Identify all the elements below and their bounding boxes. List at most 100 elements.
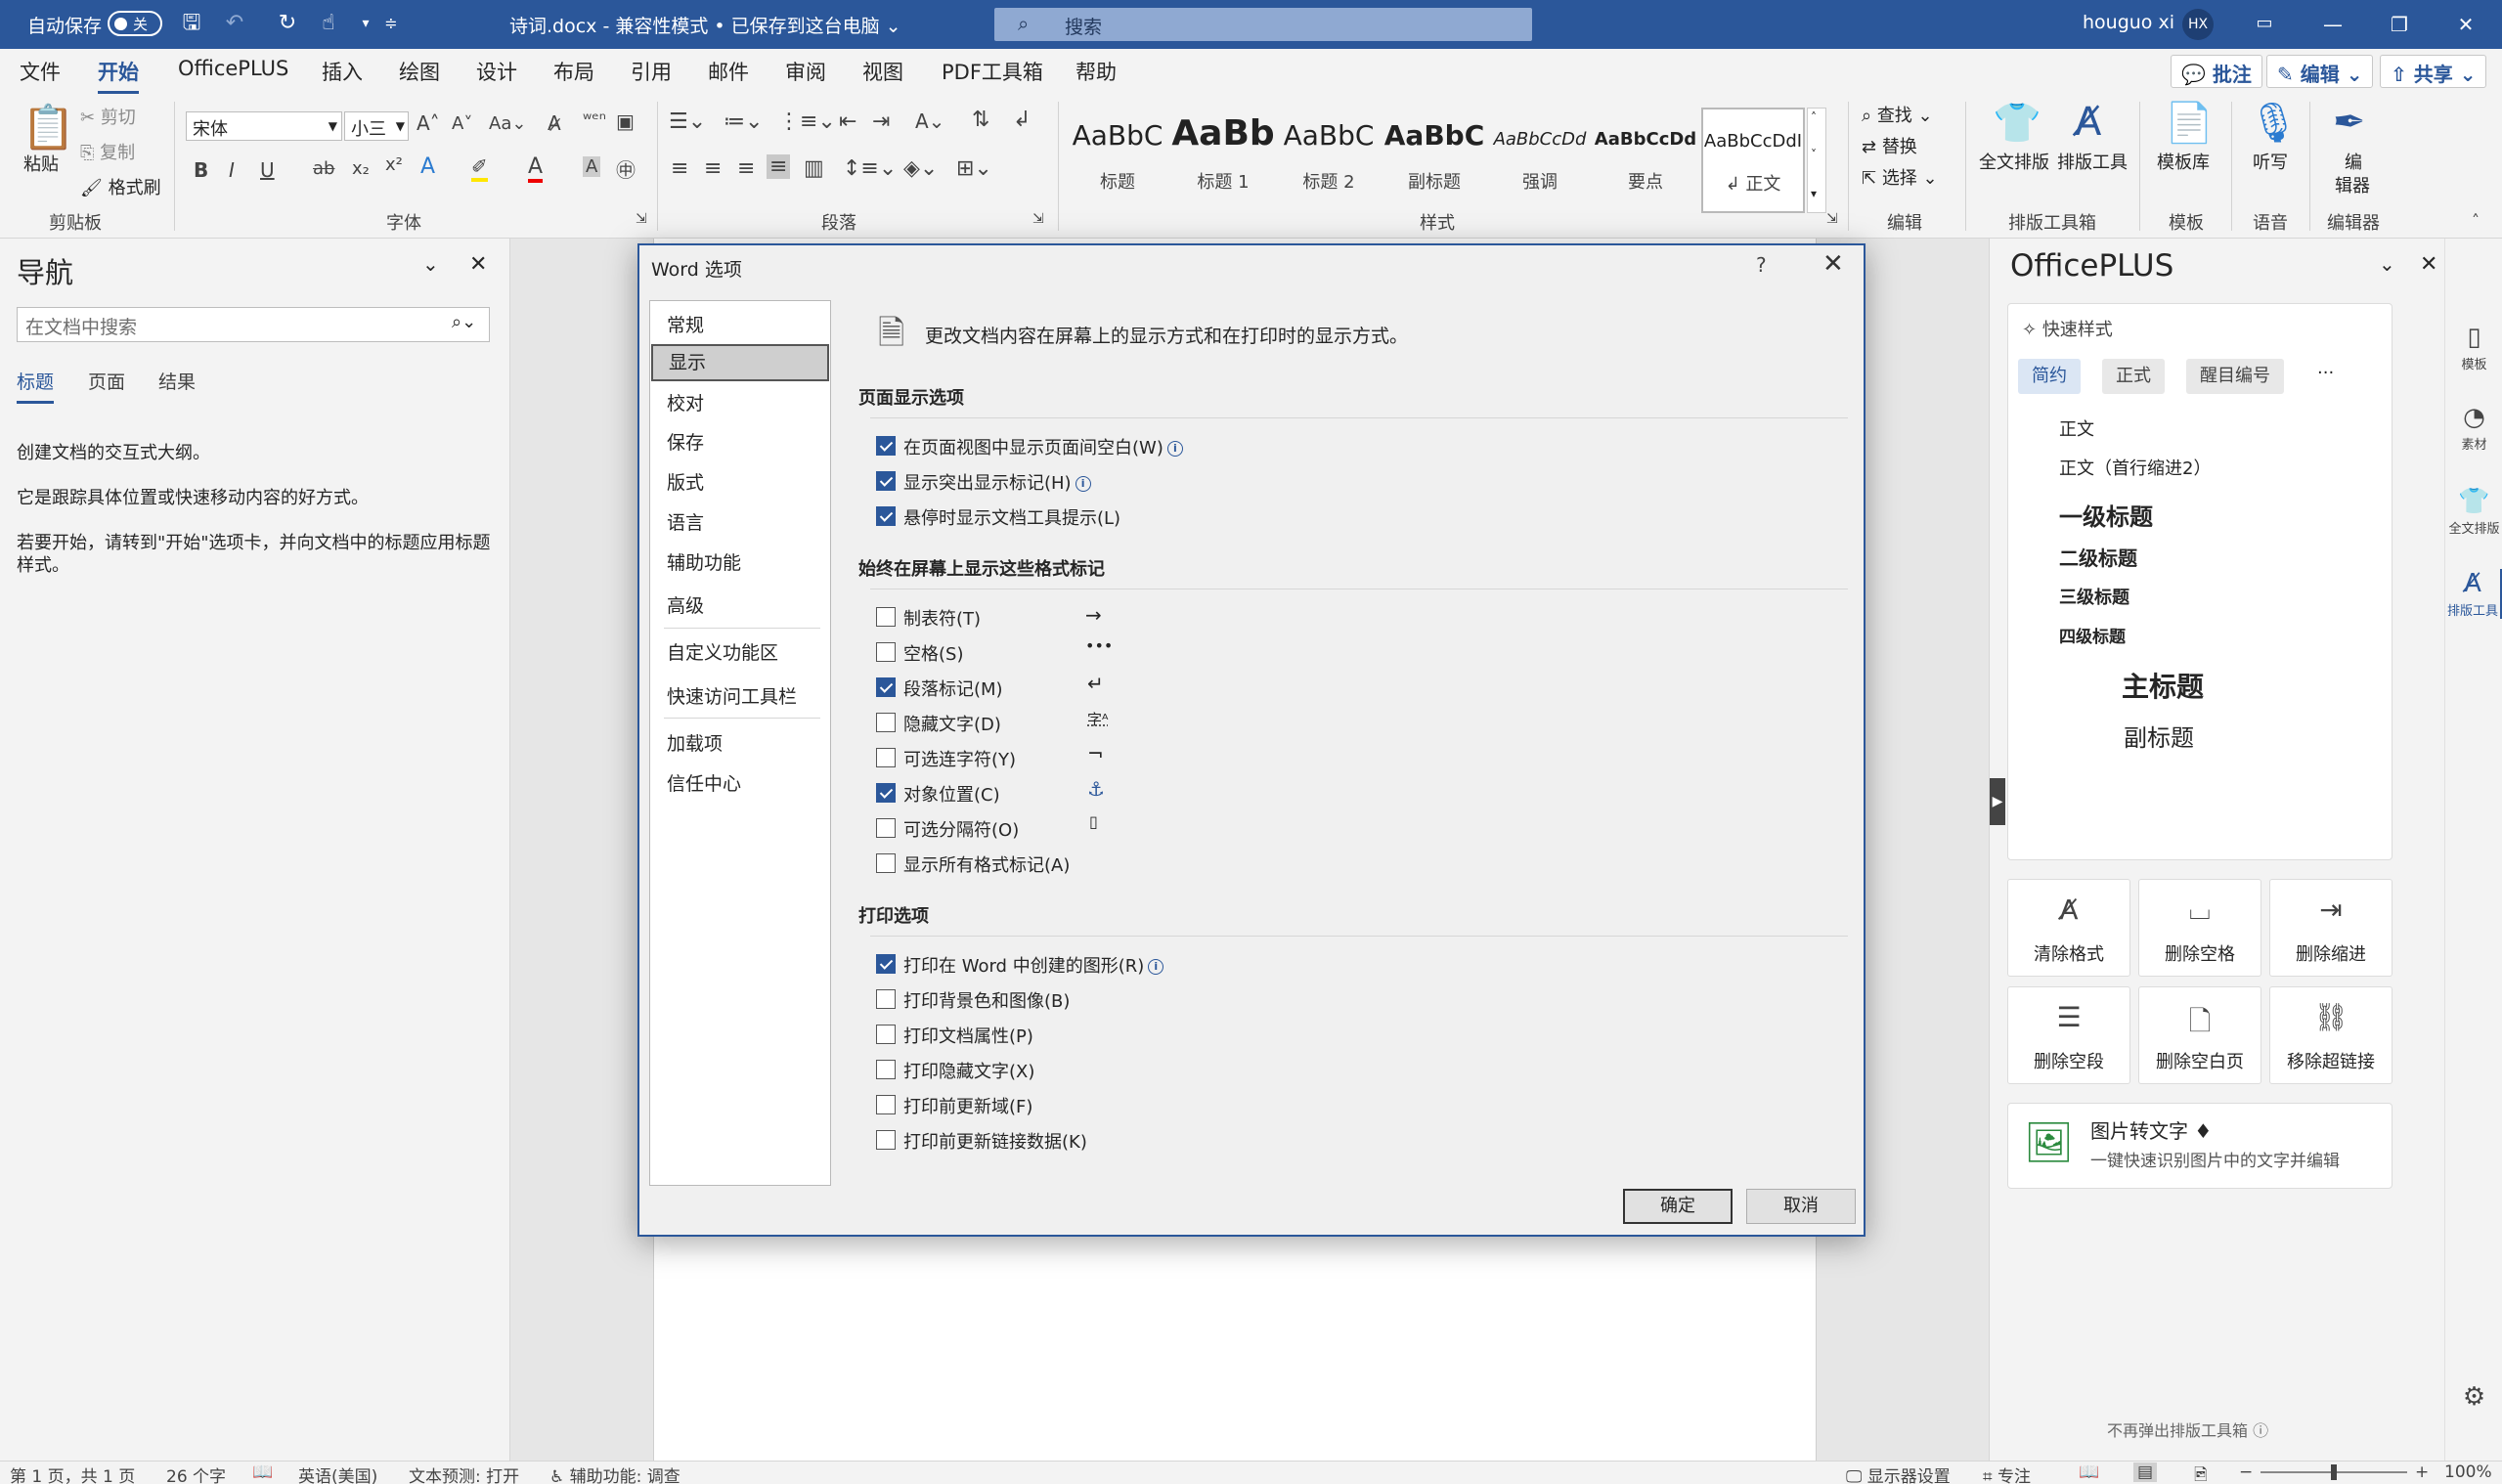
checkbox[interactable] [876,818,896,838]
category-customize-ribbon[interactable]: 自定义功能区 [651,634,829,672]
chevron-up-icon[interactable]: ˄ [1811,110,1817,124]
style-body-indent[interactable]: 正文（首行缩进2） [2059,455,2211,480]
zoom-thumb[interactable] [2331,1464,2337,1480]
style-main-title[interactable]: 主标题 [2122,666,2204,705]
checkbox[interactable] [876,436,896,456]
tab-file[interactable]: 文件 [20,57,61,86]
distributed-icon[interactable]: ▥ [804,156,824,181]
remove-space-button[interactable]: ⌴ 删除空格 [2138,879,2261,977]
nav-tab-pages[interactable]: 页面 [88,368,125,394]
zoom-out-icon[interactable]: − [2239,1462,2253,1482]
nav-search-input[interactable]: 在文档中搜索 ⌕⌄ [17,307,490,342]
checkbox[interactable] [876,607,896,627]
style-normal[interactable]: AaBbCcDdI ↲ 正文 [1701,108,1805,213]
tab-review[interactable]: 审阅 [785,57,826,86]
style-h4[interactable]: 四级标题 [2059,623,2126,647]
cancel-button[interactable]: 取消 [1746,1189,1856,1224]
expand-pane-icon[interactable]: ▶ [1990,778,2005,825]
checkbox[interactable] [876,783,896,803]
style-h2[interactable]: 二级标题 [2059,543,2137,571]
checkbox[interactable] [876,1130,896,1150]
numbering-icon[interactable]: ≔⌄ [724,109,763,134]
show-marks-icon[interactable]: ↲ [1013,108,1031,132]
focus-mode[interactable]: ⌗ 专注 [1983,1462,2031,1484]
close-icon[interactable]: ✕ [2420,252,2437,277]
autosave-toggle[interactable]: 关 [108,11,162,36]
borders-icon[interactable]: ⊞⌄ [956,156,992,181]
decrease-indent-icon[interactable]: ⇤ [839,109,856,134]
style-heading-1[interactable]: AaBb 标题 1 [1171,108,1275,213]
user-name[interactable]: houguo xi [2083,12,2174,33]
font-color-icon[interactable]: A [528,154,544,183]
template-library-icon[interactable]: 📄 [2165,100,2214,146]
multilevel-list-icon[interactable]: ⋮≡⌄ [778,109,836,134]
ribbon-display-icon[interactable]: ▭ [2251,10,2278,37]
grow-font-icon[interactable]: A˄ [417,111,440,135]
shading-icon[interactable]: ◈⌄ [903,156,938,181]
shrink-font-icon[interactable]: A˅ [452,113,472,134]
styles-scroll[interactable]: ˄ ˅ ▾ [1807,108,1826,213]
accessibility-status[interactable]: ♿ 辅助功能: 调查 [549,1462,680,1484]
remove-empty-para-button[interactable]: ☰ 删除空段 [2007,986,2130,1084]
layout-tools-icon[interactable]: A̸ [2075,100,2101,145]
paste-label[interactable]: 粘贴 [23,151,59,176]
read-mode-icon[interactable]: 📖 [2079,1462,2099,1482]
zoom-level[interactable]: 100% [2444,1462,2492,1482]
display-settings-status[interactable]: 🖵 显示器设置 [1846,1462,1951,1484]
checkbox[interactable] [876,642,896,662]
category-typography[interactable]: 版式 [651,464,829,502]
full-layout-label[interactable]: 全文排版 [1979,149,2049,174]
subscript-icon[interactable]: x₂ [352,158,370,179]
search-box[interactable]: ⌕ 搜索 [994,8,1532,41]
category-save[interactable]: 保存 [651,424,829,461]
tab-pdf-toolbox[interactable]: PDF工具箱 [942,57,1043,86]
character-border-icon[interactable]: ▣ [616,109,635,133]
change-case-icon[interactable]: Aa⌄ [489,113,526,134]
remove-indent-button[interactable]: ⇥ 删除缩进 [2269,879,2392,977]
document-title[interactable]: 诗词.docx - 兼容性模式 • 已保存到这台电脑 ⌄ [509,12,901,38]
checkbox[interactable] [876,677,896,697]
checkbox[interactable] [876,471,896,491]
sidebar-item-material[interactable]: ◔ 素材 [2445,403,2502,453]
more-filters[interactable]: ··· [2317,363,2334,383]
category-display[interactable]: 显示 [651,344,829,381]
style-subtitle[interactable]: AaBbC 副标题 [1383,108,1486,213]
language-status[interactable]: 英语(美国) [298,1462,377,1484]
checkbox[interactable] [876,1025,896,1044]
category-trust-center[interactable]: 信任中心 [651,765,829,803]
close-icon[interactable]: ✕ [469,252,487,277]
enclose-characters-icon[interactable]: ㊥ [616,154,636,183]
bullets-icon[interactable]: ☰⌄ [669,109,706,134]
search-icon[interactable]: ⌕⌄ [452,312,476,332]
nav-tab-results[interactable]: 结果 [158,368,196,394]
justify-icon[interactable]: ≡ [767,154,791,179]
web-layout-icon[interactable]: 🖻 [2194,1462,2208,1484]
align-center-icon[interactable]: ≡ [704,156,722,181]
superscript-icon[interactable]: x² [385,154,403,175]
customize-qat-icon[interactable]: ≑ [377,10,405,37]
font-name-combo[interactable]: 宋体 ▼ [186,111,342,141]
editor-label-1[interactable]: 编 [2345,149,2362,174]
tab-references[interactable]: 引用 [631,57,672,86]
category-proofing[interactable]: 校对 [651,385,829,422]
redo-icon[interactable]: ↻ [274,10,301,37]
style-emphasis[interactable]: AaBbCcDd 强调 [1488,108,1592,213]
dictate-label[interactable]: 听写 [2253,149,2288,174]
font-dialog-launcher-icon[interactable]: ⇲ [636,211,647,227]
style-subtitle[interactable]: 副标题 [2124,719,2194,753]
strikethrough-icon[interactable]: ab [313,158,334,179]
text-prediction-status[interactable]: 文本预测: 打开 [409,1462,519,1484]
zoom-slider[interactable] [2261,1464,2407,1480]
sort-icon[interactable]: ⇅ [972,108,989,132]
comment-button[interactable]: 💬 批注 [2171,55,2262,88]
sidebar-item-full-layout[interactable]: 👕 全文排版 [2445,487,2502,537]
ok-button[interactable]: 确定 [1623,1189,1733,1224]
ocr-card[interactable]: 🖼 图片转文字 ♦ 一键快速识别图片中的文字并编辑 [2007,1103,2392,1189]
checkbox[interactable] [876,748,896,767]
share-button[interactable]: ⇧ 共享 ⌄ [2380,55,2487,88]
clear-formatting-icon[interactable]: A̷ [548,111,561,135]
minimize-icon[interactable]: — [2302,0,2364,49]
paste-icon[interactable]: 📋 [22,102,75,153]
avatar[interactable]: HX [2182,9,2214,40]
tab-layout[interactable]: 布局 [553,57,594,86]
